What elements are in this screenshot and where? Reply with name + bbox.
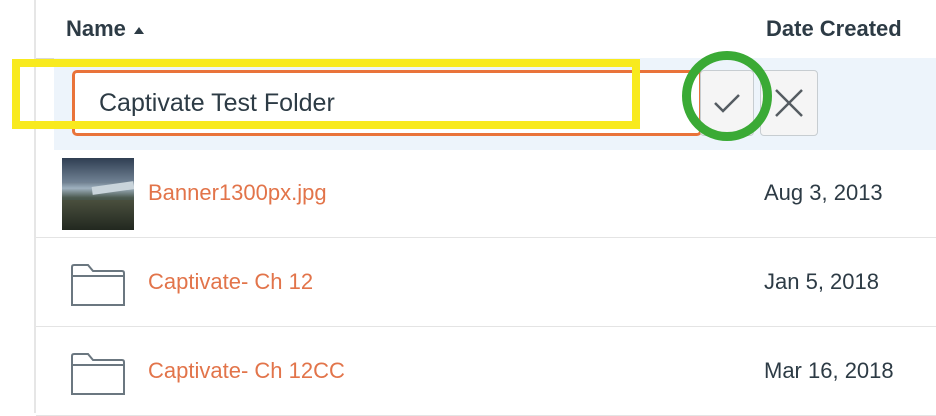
- file-row[interactable]: Banner1300px.jpg Aug 3, 2013: [36, 152, 936, 238]
- sort-ascending-icon: [133, 26, 144, 34]
- cancel-rename-button[interactable]: [760, 70, 818, 136]
- image-thumbnail: [62, 158, 134, 230]
- folder-row[interactable]: Captivate- Ch 12CC Mar 16, 2018: [36, 330, 936, 416]
- name-column-header[interactable]: Name: [66, 16, 144, 42]
- folder-row[interactable]: Captivate- Ch 12 Jan 5, 2018: [36, 241, 936, 327]
- confirm-rename-button[interactable]: [700, 70, 754, 136]
- file-browser: Name Date Created Banner1300px.jpg Aug 3…: [0, 0, 936, 416]
- date-created-column-header[interactable]: Date Created: [766, 16, 902, 42]
- folder-name-link[interactable]: Captivate- Ch 12: [148, 269, 313, 295]
- close-icon: [775, 89, 803, 117]
- folder-date: Mar 16, 2018: [764, 358, 894, 383]
- folder-name-link[interactable]: Captivate- Ch 12CC: [148, 358, 345, 384]
- folder-icon: [71, 264, 125, 306]
- folder-icon: [71, 353, 125, 395]
- file-date: Aug 3, 2013: [764, 180, 883, 205]
- rename-row: [54, 58, 936, 150]
- name-column-label: Name: [66, 16, 126, 41]
- column-header-row: Name Date Created: [36, 0, 936, 59]
- checkmark-icon: [714, 94, 740, 113]
- folder-date: Jan 5, 2018: [764, 269, 879, 294]
- file-name-link[interactable]: Banner1300px.jpg: [148, 180, 327, 206]
- folder-name-input[interactable]: [72, 70, 702, 136]
